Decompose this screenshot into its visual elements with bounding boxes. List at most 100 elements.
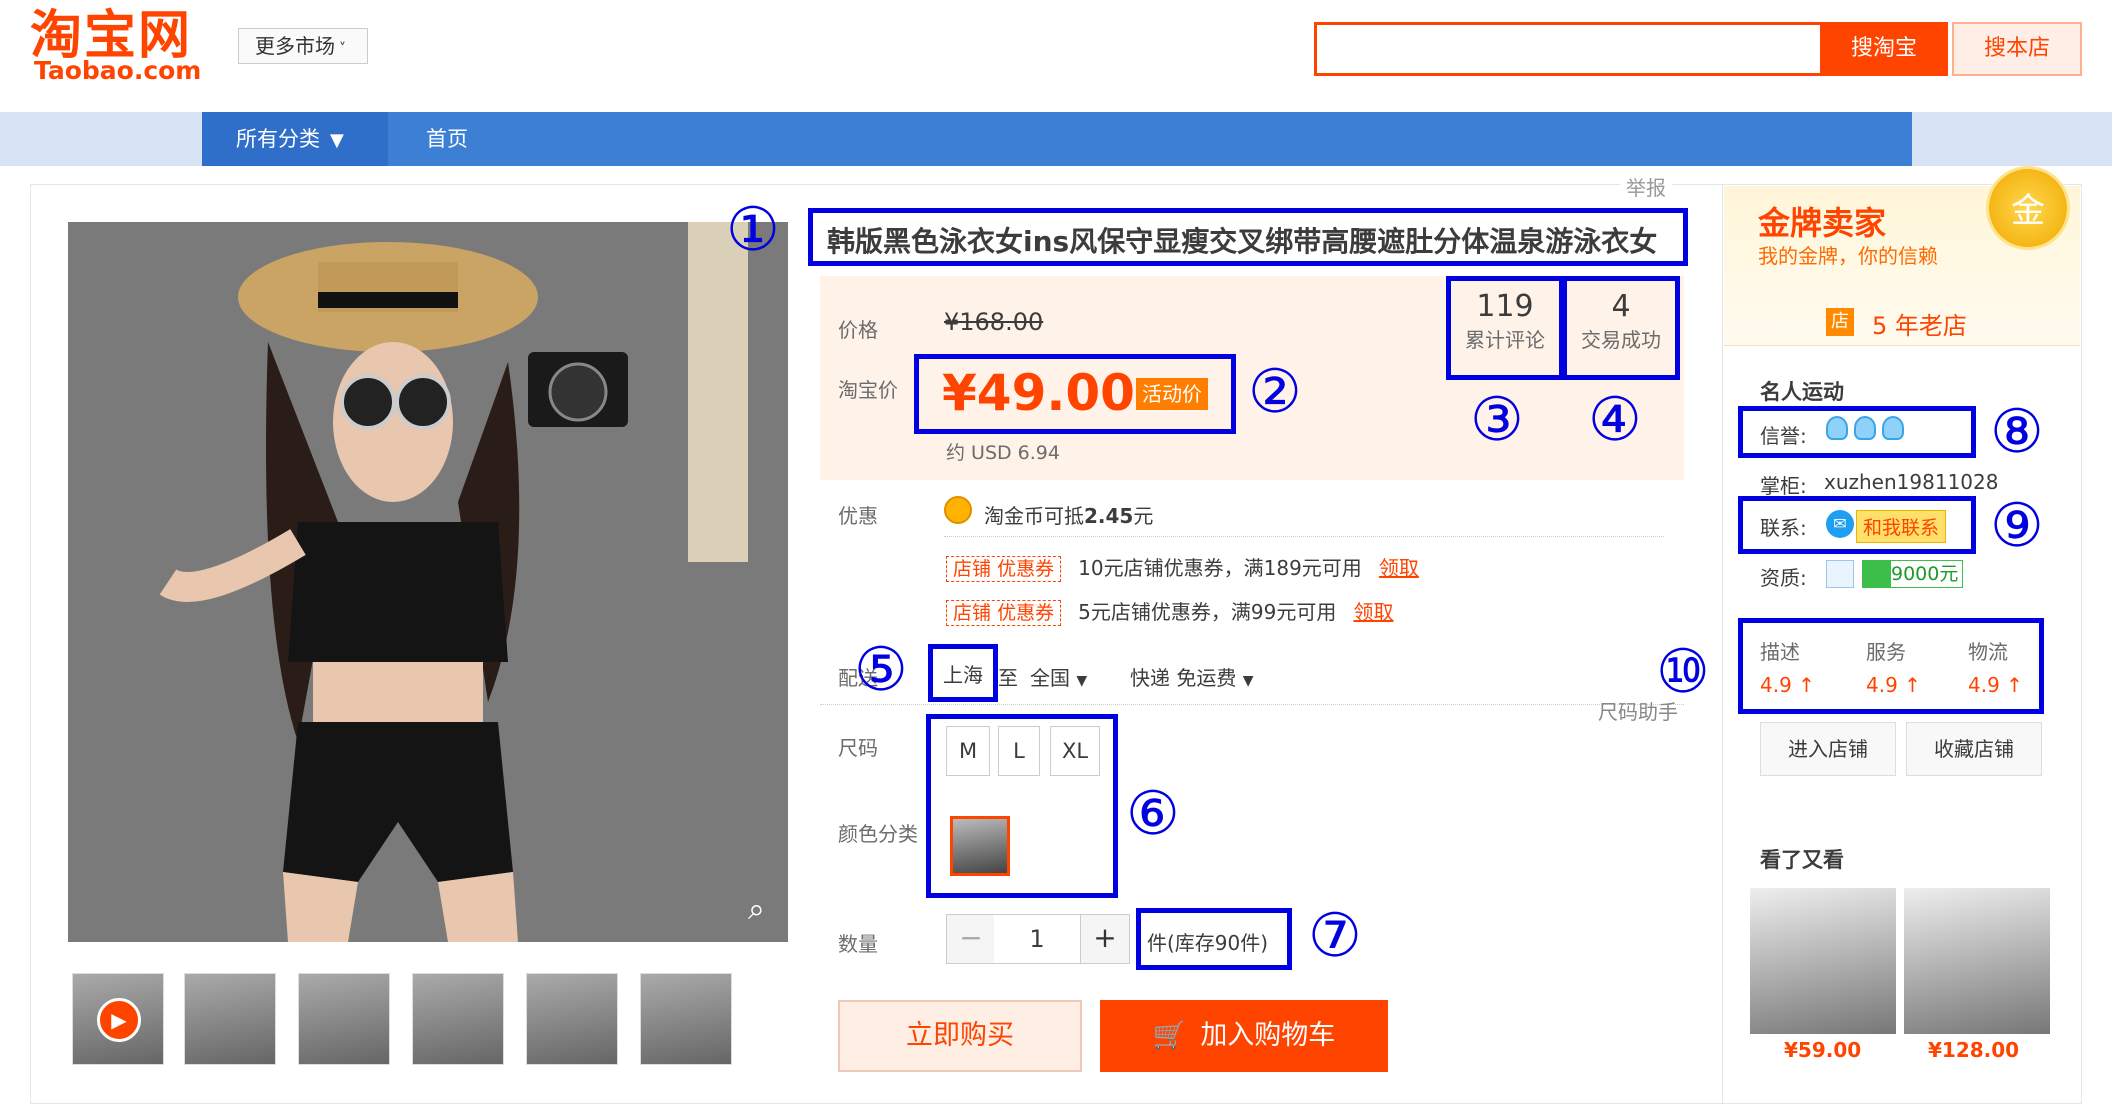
color-label: 颜色分类 xyxy=(838,822,918,846)
shop-name[interactable]: 名人运动 xyxy=(1760,376,1844,406)
qualification-label: 资质: xyxy=(1760,566,1807,590)
sales-count: 4 xyxy=(1611,289,1631,324)
crown-icon xyxy=(1854,416,1876,440)
all-categories-menu[interactable]: 所有分类 ▼ xyxy=(202,112,388,166)
product-main-image[interactable]: ⌕ xyxy=(68,222,788,942)
coupon-tag: 店铺 优惠券 xyxy=(946,556,1062,582)
also-viewed-item-image[interactable] xyxy=(1750,888,1896,1034)
discount-label: 优惠 xyxy=(838,504,878,528)
coin-prefix: 淘金币可抵 xyxy=(984,504,1084,528)
more-markets-label: 更多市场 xyxy=(255,34,335,58)
thumbnail[interactable] xyxy=(184,973,276,1065)
score-label: 描述 xyxy=(1760,640,1800,664)
gold-medal-icon: 金 xyxy=(1986,166,2070,250)
quantity-label: 数量 xyxy=(838,932,878,956)
nav-home-link[interactable]: 首页 xyxy=(426,112,468,166)
coupon-tag: 店铺 优惠券 xyxy=(946,600,1062,626)
annotation-9: ⑨ xyxy=(1990,491,2044,561)
delivery-to-select[interactable]: 全国 ▼ xyxy=(1030,662,1087,691)
size-option-xl[interactable]: XL xyxy=(1050,726,1100,776)
caret-down-icon: ▼ xyxy=(1076,673,1088,689)
stock-text: 件(库存90件) xyxy=(1147,931,1269,955)
size-option-l[interactable]: L xyxy=(998,726,1040,776)
thumbnail[interactable] xyxy=(526,973,618,1065)
crown-icon xyxy=(1882,416,1904,440)
more-markets-dropdown[interactable]: 更多市场 ˅ xyxy=(238,28,368,64)
search-taobao-button[interactable]: 搜淘宝 xyxy=(1820,22,1948,76)
claim-coupon-link[interactable]: 领取 xyxy=(1353,600,1393,624)
color-swatch[interactable] xyxy=(950,816,1010,876)
score-label: 物流 xyxy=(1968,640,2008,664)
quantity-input[interactable]: 1 xyxy=(994,914,1080,964)
search-shop-button[interactable]: 搜本店 xyxy=(1952,22,2082,76)
shop-icon: 店 xyxy=(1826,308,1854,336)
annotation-6: ⑥ xyxy=(1126,779,1180,849)
delivery-to: 全国 xyxy=(1030,666,1070,690)
credit-crowns[interactable] xyxy=(1826,416,1910,440)
also-viewed-item-image[interactable] xyxy=(1904,888,2050,1034)
product-photo xyxy=(68,222,788,942)
coupon-row: 店铺 优惠券 10元店铺优惠券，满189元可用 领取 xyxy=(946,552,1419,582)
favorite-shop-button[interactable]: 收藏店铺 xyxy=(1906,722,2042,776)
sales-stat: 4 交易成功 xyxy=(1562,276,1680,380)
annotation-8: ⑧ xyxy=(1990,397,2044,467)
also-viewed-price[interactable]: ¥128.00 xyxy=(1928,1038,2019,1062)
enter-shop-button[interactable]: 进入店铺 xyxy=(1760,722,1896,776)
gold-seller-subtitle: 我的金牌，你的信赖 xyxy=(1758,244,1938,268)
deposit-badge[interactable]: 9000元 xyxy=(1862,560,1964,588)
delivery-method: 快递 免运费 xyxy=(1130,666,1237,690)
score-description: 描述 4.9 ↑ xyxy=(1760,636,1815,697)
annotation-1: ① xyxy=(726,195,780,265)
price-label: 价格 xyxy=(838,318,878,342)
divider xyxy=(820,704,1684,705)
qty-decrease-button[interactable]: − xyxy=(946,914,996,964)
divider xyxy=(944,536,1664,537)
deposit-icon xyxy=(1863,561,1891,587)
score-label: 服务 xyxy=(1866,640,1906,664)
search-input[interactable] xyxy=(1314,22,1820,76)
add-cart-label: 加入购物车 xyxy=(1200,1020,1336,1051)
video-thumbnail[interactable]: ▶ xyxy=(72,973,164,1065)
report-link[interactable]: 举报 xyxy=(1620,172,1672,201)
also-viewed-price[interactable]: ¥59.00 xyxy=(1784,1038,1861,1062)
also-viewed-title: 看了又看 xyxy=(1760,848,1844,872)
zoom-icon[interactable]: ⌕ xyxy=(748,892,765,927)
annotation-7: ⑦ xyxy=(1308,901,1362,971)
add-to-cart-button[interactable]: 🛒 加入购物车 xyxy=(1100,1000,1388,1072)
caret-down-icon: ▼ xyxy=(1242,673,1254,689)
coin-amount: 2.45 xyxy=(1084,504,1134,528)
taobao-price-label: 淘宝价 xyxy=(838,378,898,402)
reviews-label: 累计评论 xyxy=(1465,328,1545,352)
promo-tag: 活动价 xyxy=(1136,378,1208,410)
size-option-m[interactable]: M xyxy=(946,726,990,776)
thumbnail[interactable] xyxy=(412,973,504,1065)
stock-box: 件(库存90件) xyxy=(1136,908,1292,970)
size-label: 尺码 xyxy=(838,736,878,760)
reviews-count: 119 xyxy=(1476,289,1534,324)
delivery-method-select[interactable]: 快递 免运费 ▼ xyxy=(1130,662,1254,691)
score-logistics: 物流 4.9 ↑ xyxy=(1968,636,2023,697)
score-value: 4.9 ↑ xyxy=(1760,673,1815,697)
sales-label: 交易成功 xyxy=(1581,328,1661,352)
caret-down-icon: ▼ xyxy=(330,130,344,151)
annotation-5: ⑤ xyxy=(854,635,908,705)
qty-increase-button[interactable]: + xyxy=(1080,914,1130,964)
buy-now-button[interactable]: 立即购买 xyxy=(838,1000,1082,1072)
contact-seller-button[interactable]: 和我联系 xyxy=(1856,510,1947,543)
taobao-logo-sub[interactable]: Taobao.com xyxy=(34,56,201,86)
thumbnail[interactable] xyxy=(298,973,390,1065)
chevron-down-icon: ˅ xyxy=(339,41,346,57)
id-card-icon[interactable] xyxy=(1826,560,1854,588)
annotation-2: ② xyxy=(1248,357,1302,427)
delivery-to-word: 至 xyxy=(998,666,1018,690)
thumbnail[interactable] xyxy=(640,973,732,1065)
delivery-from-select[interactable]: 上海 xyxy=(928,644,998,702)
coupon-desc: 5元店铺优惠券，满99元可用 xyxy=(1078,600,1337,624)
product-title: 韩版黑色泳衣女ins风保守显瘦交叉绑带高腰遮肚分体温泉游泳衣女 xyxy=(808,208,1688,266)
keeper-name[interactable]: xuzhen19811028 xyxy=(1824,470,1998,494)
original-price: ¥168.00 xyxy=(944,308,1044,336)
score-service: 服务 4.9 ↑ xyxy=(1866,636,1921,697)
contact-label: 联系: xyxy=(1760,516,1807,540)
claim-coupon-link[interactable]: 领取 xyxy=(1379,556,1419,580)
reviews-stat[interactable]: 119 累计评论 xyxy=(1446,276,1564,380)
